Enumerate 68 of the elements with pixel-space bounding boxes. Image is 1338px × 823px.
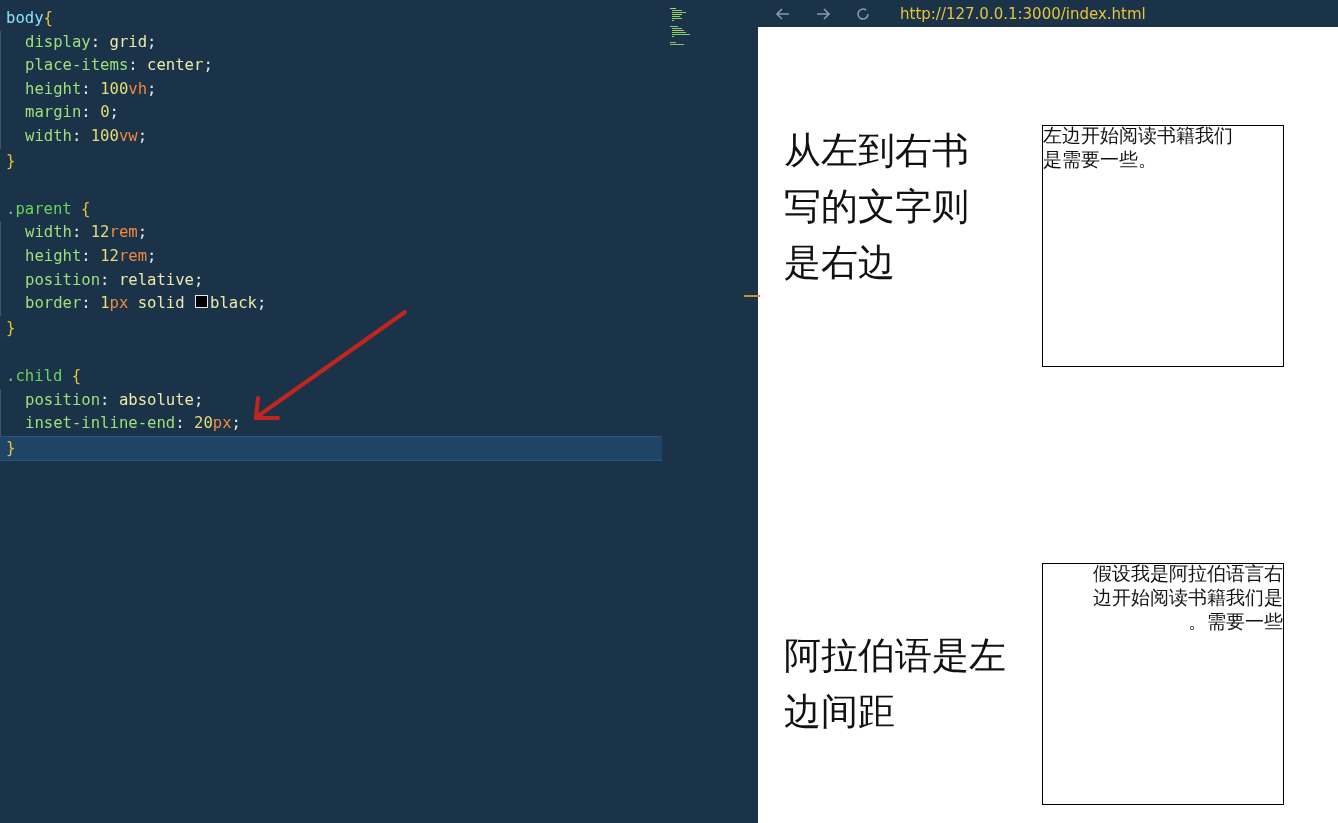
heading-text: 阿拉伯语是左边间距: [784, 633, 1007, 735]
code-brace: {: [71, 366, 82, 385]
code-semicolon: ;: [147, 79, 157, 98]
code-colon: :: [71, 126, 82, 145]
code-colon: :: [81, 79, 91, 98]
code-semicolon: ;: [257, 294, 267, 313]
code-property: height: [25, 79, 82, 98]
code-property: position: [25, 390, 101, 409]
address-field[interactable]: http://127.0.0.1:3000/index.html: [900, 4, 1146, 23]
code-colon: :: [100, 390, 110, 409]
code-colon: :: [128, 56, 138, 75]
code-value: 20: [194, 414, 213, 433]
code-semicolon: ;: [231, 414, 241, 433]
code-semicolon: ;: [137, 223, 148, 242]
code-value: absolute: [118, 390, 194, 409]
code-semicolon: ;: [147, 246, 157, 265]
code-property: place-items: [25, 56, 129, 75]
code-colon: :: [175, 414, 185, 433]
code-property: width: [25, 126, 72, 145]
code-brace: {: [81, 199, 91, 218]
code-value: rem: [118, 246, 148, 265]
code-property: border: [25, 294, 82, 313]
code-value: rem: [109, 223, 138, 242]
code-property: width: [25, 223, 72, 242]
code-value: 100: [100, 79, 129, 98]
code-selector: body: [6, 9, 44, 27]
code-value: vh: [128, 79, 148, 98]
code-colon: :: [81, 294, 91, 313]
code-value: 12: [90, 223, 110, 242]
code-value: center: [147, 56, 204, 75]
code-value: relative: [118, 270, 194, 289]
code-property: height: [25, 246, 82, 265]
code-semicolon: ;: [137, 126, 148, 145]
heading-text: 从左到右书写的文字则是右边: [784, 128, 970, 286]
code-property: position: [25, 270, 101, 289]
code-brace: }: [6, 151, 16, 170]
code-semicolon: ;: [109, 103, 119, 122]
code-selector: .child: [6, 366, 63, 385]
code-semicolon: ;: [147, 32, 157, 51]
code-colon: :: [90, 32, 101, 51]
code-value: px: [212, 414, 232, 433]
code-value: px: [109, 294, 129, 313]
code-value: 1: [100, 294, 110, 313]
overview-ruler-mark: [744, 295, 760, 297]
code-semicolon: ;: [194, 270, 204, 289]
code-brace: }: [6, 318, 16, 337]
code-semicolon: ;: [203, 56, 213, 75]
code-brace: {: [43, 9, 53, 27]
code-colon: :: [100, 270, 110, 289]
code-property: margin: [25, 103, 82, 122]
code-colon: :: [81, 103, 91, 122]
code-semicolon: ;: [194, 390, 204, 409]
code-selector: .parent: [6, 199, 72, 218]
child-text: 假设我是阿拉伯语言右边开始阅读书籍我们是需要一些。: [1092, 562, 1283, 634]
code-colon: :: [81, 246, 91, 265]
child-text: 左边开始阅读书籍我们是需要一些。: [1043, 124, 1234, 172]
code-value: 12: [100, 246, 119, 265]
color-swatch[interactable]: [195, 295, 209, 309]
code-value: solid: [137, 294, 185, 313]
code-value: vw: [118, 126, 138, 145]
code-property: display: [25, 32, 91, 51]
code-colon: :: [71, 223, 82, 242]
code-value: black: [210, 294, 257, 313]
code-property: inset-inline-end: [25, 414, 176, 433]
code-value: 100: [90, 126, 119, 145]
code-value: 0: [100, 103, 110, 122]
code-brace: }: [6, 438, 16, 457]
code-value: grid: [109, 32, 148, 51]
